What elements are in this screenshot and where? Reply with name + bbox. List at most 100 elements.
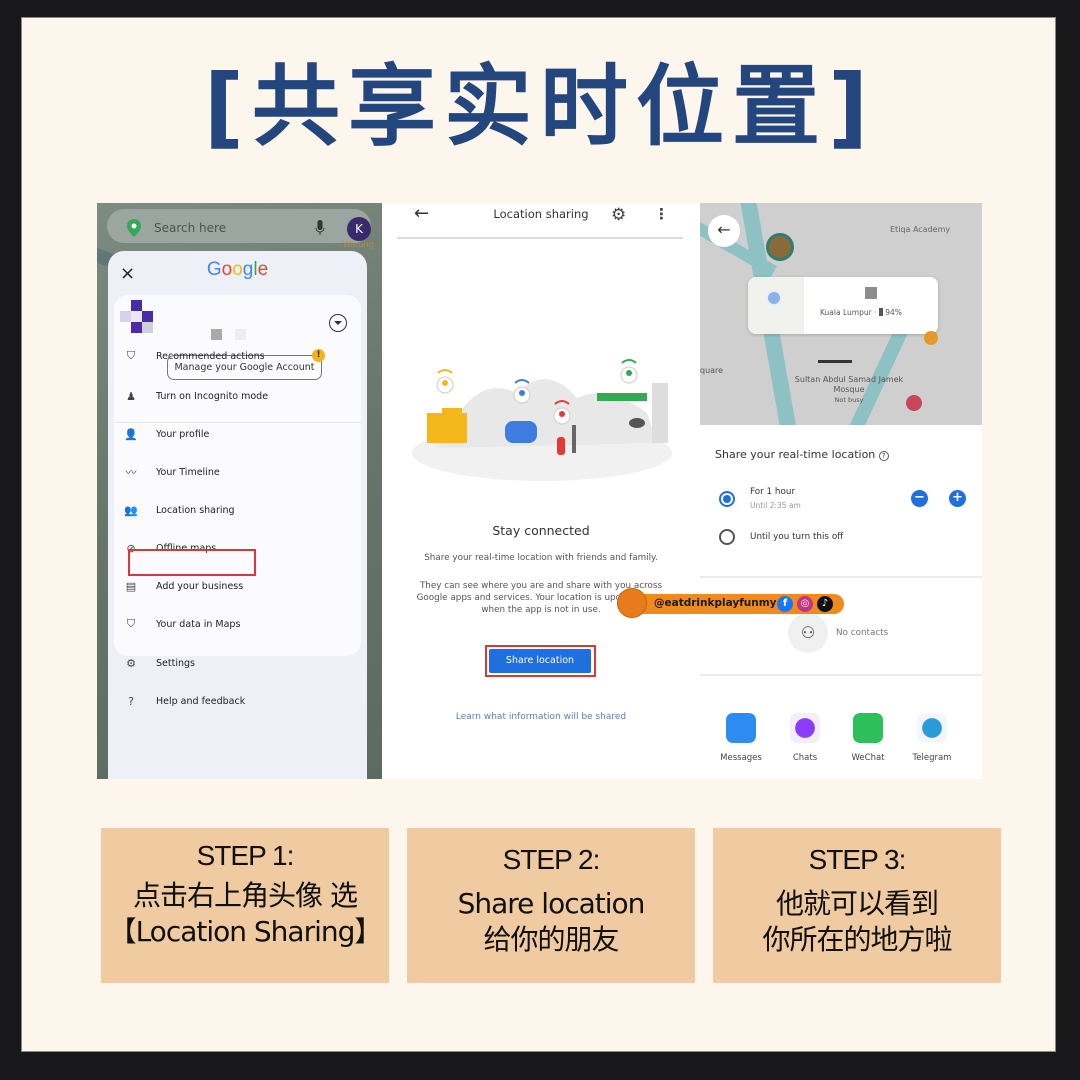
battery-icon [878,308,883,316]
account-avatar[interactable]: K [347,217,371,241]
menu-item-label: Turn on Incognito mode [156,390,269,402]
share-app-chats[interactable]: Chats [775,713,835,763]
menu-item-label: Your Timeline [156,466,220,478]
menu-item-your-timeline[interactable]: 〰 Your Timeline [123,461,353,483]
option-sublabel: Until 2:35 am [750,501,801,510]
google-logo-letter: e [257,259,269,280]
increase-time-button[interactable]: + [949,490,966,507]
person-icon: ⚇ [788,613,828,653]
google-logo-letter: G [206,259,222,280]
google-logo: Google [108,259,367,281]
shield-g-icon: ⛉ [126,349,136,362]
poi-mosque: Sultan Abdul Samad Jamek Mosque Not busy [794,375,904,404]
instagram-icon: ◎ [797,596,813,612]
menu-item-label: Your profile [156,428,210,440]
divider [700,674,982,676]
menu-item-label: Add your business [156,580,244,592]
step-line: 【Location Sharing】 [108,915,383,948]
search-bar[interactable]: Search here K [107,209,371,243]
step-line: Share location [457,887,646,920]
incognito-icon: ♟ [126,389,136,403]
poi-label: quare [700,366,724,375]
step-line: 你所在的地方啦 [762,923,952,956]
person-icon: 👤 [124,427,138,441]
step-title: STEP 1: [196,840,295,871]
menu-item-add-your-business[interactable]: ▤ Add your business [123,575,353,597]
redacted-email [235,329,246,340]
header-title: Location sharing [493,207,589,221]
menu-item-settings[interactable]: ⚙ Settings [123,652,353,674]
menu-item-label: Help and feedback [156,695,246,707]
person-marker-icon [766,290,782,306]
google-logo-letter: g [242,259,254,280]
decrease-time-button[interactable]: − [911,490,928,507]
stay-connected-heading: Stay connected [492,523,590,538]
learn-more-link[interactable]: Learn what information will be shared [382,712,700,722]
more-options-icon[interactable]: ⋮ [654,205,669,223]
menu-item-recommended-actions[interactable]: ⛉ Recommended actions! [123,345,353,367]
share-app-telegram[interactable]: Telegram [902,713,962,763]
step-line: 点击右上角头像 选 [133,879,358,912]
data-shield-icon: ⛉ [126,617,136,630]
radio-until-off[interactable] [719,529,735,545]
menu-item-label: Your data in Maps [156,618,241,630]
help-icon: ? [128,694,134,708]
poi-photo-marker[interactable] [766,233,794,261]
location-sharing-icon: 👥 [124,503,138,517]
help-icon: ? [878,451,889,461]
option-label: For 1 hour [750,487,796,497]
stay-connected-illustration [412,359,672,481]
menu-item-location-sharing[interactable]: 👥 Location sharing [123,499,353,521]
menu-item-label: Location sharing [156,504,235,516]
wechat-icon [853,713,883,743]
divider [397,237,683,239]
messages-icon [726,713,756,743]
radio-for-1-hour[interactable] [719,491,735,507]
google-logo-letter: o [232,259,243,280]
step-1-card: STEP 1: 点击右上角头像 选 【Location Sharing】 [101,828,389,983]
step-title: STEP 2: [502,844,601,875]
poi-marker-icon[interactable] [906,395,922,411]
map-view[interactable]: ← Etiqa Academy Kuala Lumpur · 94% quare… [700,203,982,425]
google-logo-letter: o [221,259,233,280]
watermark-banner: @eatdrinkplayfunmy f ◎ ♪ [617,588,844,618]
share-app-wechat[interactable]: WeChat [838,713,898,763]
back-arrow-icon[interactable]: ← [708,215,740,247]
menu-item-label: Settings [156,657,195,669]
timeline-icon: 〰 [125,466,137,479]
messenger-icon [790,713,820,743]
redacted-name [211,329,222,340]
menu-item-your-data-in-maps[interactable]: ⛉ Your data in Maps [123,613,353,635]
account-sheet: × Google Manage your Google Account ⛉ Rec… [108,251,367,779]
location-sharing-highlight [128,549,256,576]
telegram-icon [917,713,947,743]
menu-item-your-profile[interactable]: 👤 Your profile [123,423,353,445]
map-label: Warung [343,240,374,249]
warning-badge-icon: ! [312,349,325,362]
location-status: Kuala Lumpur · 94% [820,308,902,317]
mosque-icon [818,343,852,363]
social-handle: @eatdrinkplayfunmy [654,597,777,609]
divider [700,576,982,578]
restaurant-marker-icon[interactable] [924,331,938,345]
no-contacts-label: No contacts [836,628,889,638]
step-3-card: STEP 3: 他就可以看到 你所在的地方啦 [713,828,1001,983]
mic-icon[interactable] [315,220,325,236]
gear-icon: ⚙ [126,656,136,670]
share-app-messages[interactable]: Messages [711,713,771,763]
screenshot-location-sharing: ← Location sharing ⚙ ⋮ Stay connected Sh… [382,203,700,779]
chevron-down-icon[interactable] [329,314,347,332]
gear-icon[interactable]: ⚙ [611,205,626,225]
facebook-icon: f [777,596,793,612]
storefront-icon: ▤ [125,579,137,593]
redacted-name [865,287,877,299]
step-line: 他就可以看到 [775,887,939,920]
menu-item-label: Recommended actions [156,350,265,362]
menu-item-help-and-feedback[interactable]: ? Help and feedback [123,690,353,712]
poi-label: Etiqa Academy [890,225,951,234]
description-1: Share your real-time location with frien… [424,553,658,563]
step-line: 给你的朋友 [483,923,619,956]
location-info-card[interactable]: Kuala Lumpur · 94% [748,277,938,334]
menu-item-turn-on-incognito-mode[interactable]: ♟ Turn on Incognito mode [123,385,353,407]
screenshot-google-menu: Search here K Warung × Google Manage you… [97,203,382,779]
